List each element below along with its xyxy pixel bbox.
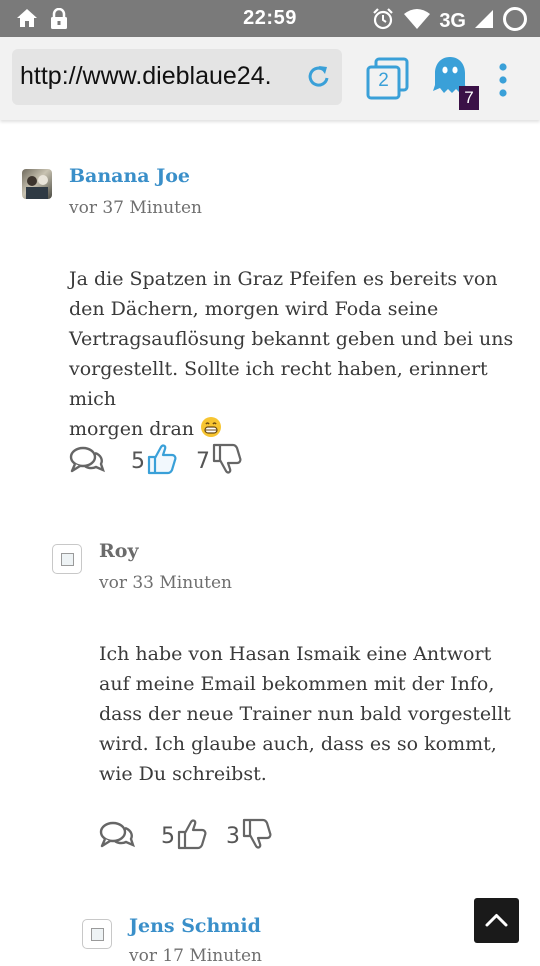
thumbs-down-icon[interactable]	[212, 443, 242, 479]
comment-line: den Dächern, morgen wird Foda seine	[69, 298, 439, 320]
chevron-up-icon	[485, 914, 508, 927]
comment-actions: 5 7	[69, 443, 269, 483]
tabs-button[interactable]: 2	[366, 57, 410, 101]
like-count: 5	[131, 449, 145, 474]
url-text[interactable]: http://www.dieblaue24.	[20, 62, 300, 91]
comment-line: Ja die Spatzen in Graz Pfeifen es bereit…	[69, 268, 498, 290]
dislike-count: 3	[226, 824, 240, 849]
thumbs-down-icon[interactable]	[242, 818, 272, 854]
comment-time: vor 33 Minuten	[99, 573, 232, 593]
wifi-icon	[403, 8, 431, 35]
comment-line: Ich habe von Hasan Ismaik eine Antwort	[99, 643, 492, 665]
url-bar[interactable]: http://www.dieblaue24.	[12, 49, 342, 105]
comment-line: morgen dran	[69, 418, 195, 440]
alarm-icon	[371, 7, 395, 36]
comment-time: vor 37 Minuten	[69, 198, 202, 218]
overflow-menu-button[interactable]	[496, 61, 510, 101]
tab-count: 2	[378, 70, 389, 91]
reply-icon[interactable]	[69, 445, 105, 481]
network-type: 3G	[439, 10, 466, 32]
broken-image-icon	[61, 553, 74, 566]
comment-text: Ja die Spatzen in Graz Pfeifen es bereit…	[69, 264, 540, 447]
more-vert-icon	[499, 63, 507, 97]
author-name[interactable]: Banana Joe	[69, 165, 190, 187]
author-name: Roy	[99, 540, 139, 562]
avatar[interactable]	[22, 169, 52, 199]
thumbs-up-icon[interactable]	[147, 443, 177, 479]
comment-line: Vertragsauflösung bekannt geben und bei …	[69, 328, 514, 350]
ghostery-badge: 7	[459, 86, 479, 110]
scroll-to-top-button[interactable]	[474, 898, 519, 943]
status-bar: 22:59 3G	[0, 0, 540, 37]
dislike-count: 7	[196, 449, 210, 474]
comment-line: wie Du schreibst.	[99, 763, 267, 785]
comment-actions: 5 3	[99, 818, 299, 858]
broken-image-icon	[91, 928, 104, 941]
comment-line: auf meine Email bekommen mit der Info,	[99, 673, 495, 695]
avatar[interactable]	[52, 544, 82, 574]
comment-line: vorgestellt. Sollte ich recht haben, eri…	[69, 358, 488, 410]
thumbs-up-icon[interactable]	[177, 818, 207, 854]
author-name[interactable]: Jens Schmid	[129, 915, 261, 937]
like-count: 5	[161, 824, 175, 849]
comment-time: vor 17 Minuten	[129, 946, 262, 966]
sync-ring-icon	[502, 6, 528, 37]
avatar[interactable]	[82, 919, 112, 949]
comment-line: wird. Ich glaube auch, dass es so kommt,	[99, 733, 497, 755]
comment-line: dass der neue Trainer nun bald vorgestel…	[99, 703, 511, 725]
reply-icon[interactable]	[99, 820, 135, 856]
comment-text: Ich habe von Hasan Ismaik eine Antwort a…	[99, 639, 511, 789]
reload-icon[interactable]	[306, 63, 332, 95]
signal-icon	[474, 9, 494, 34]
